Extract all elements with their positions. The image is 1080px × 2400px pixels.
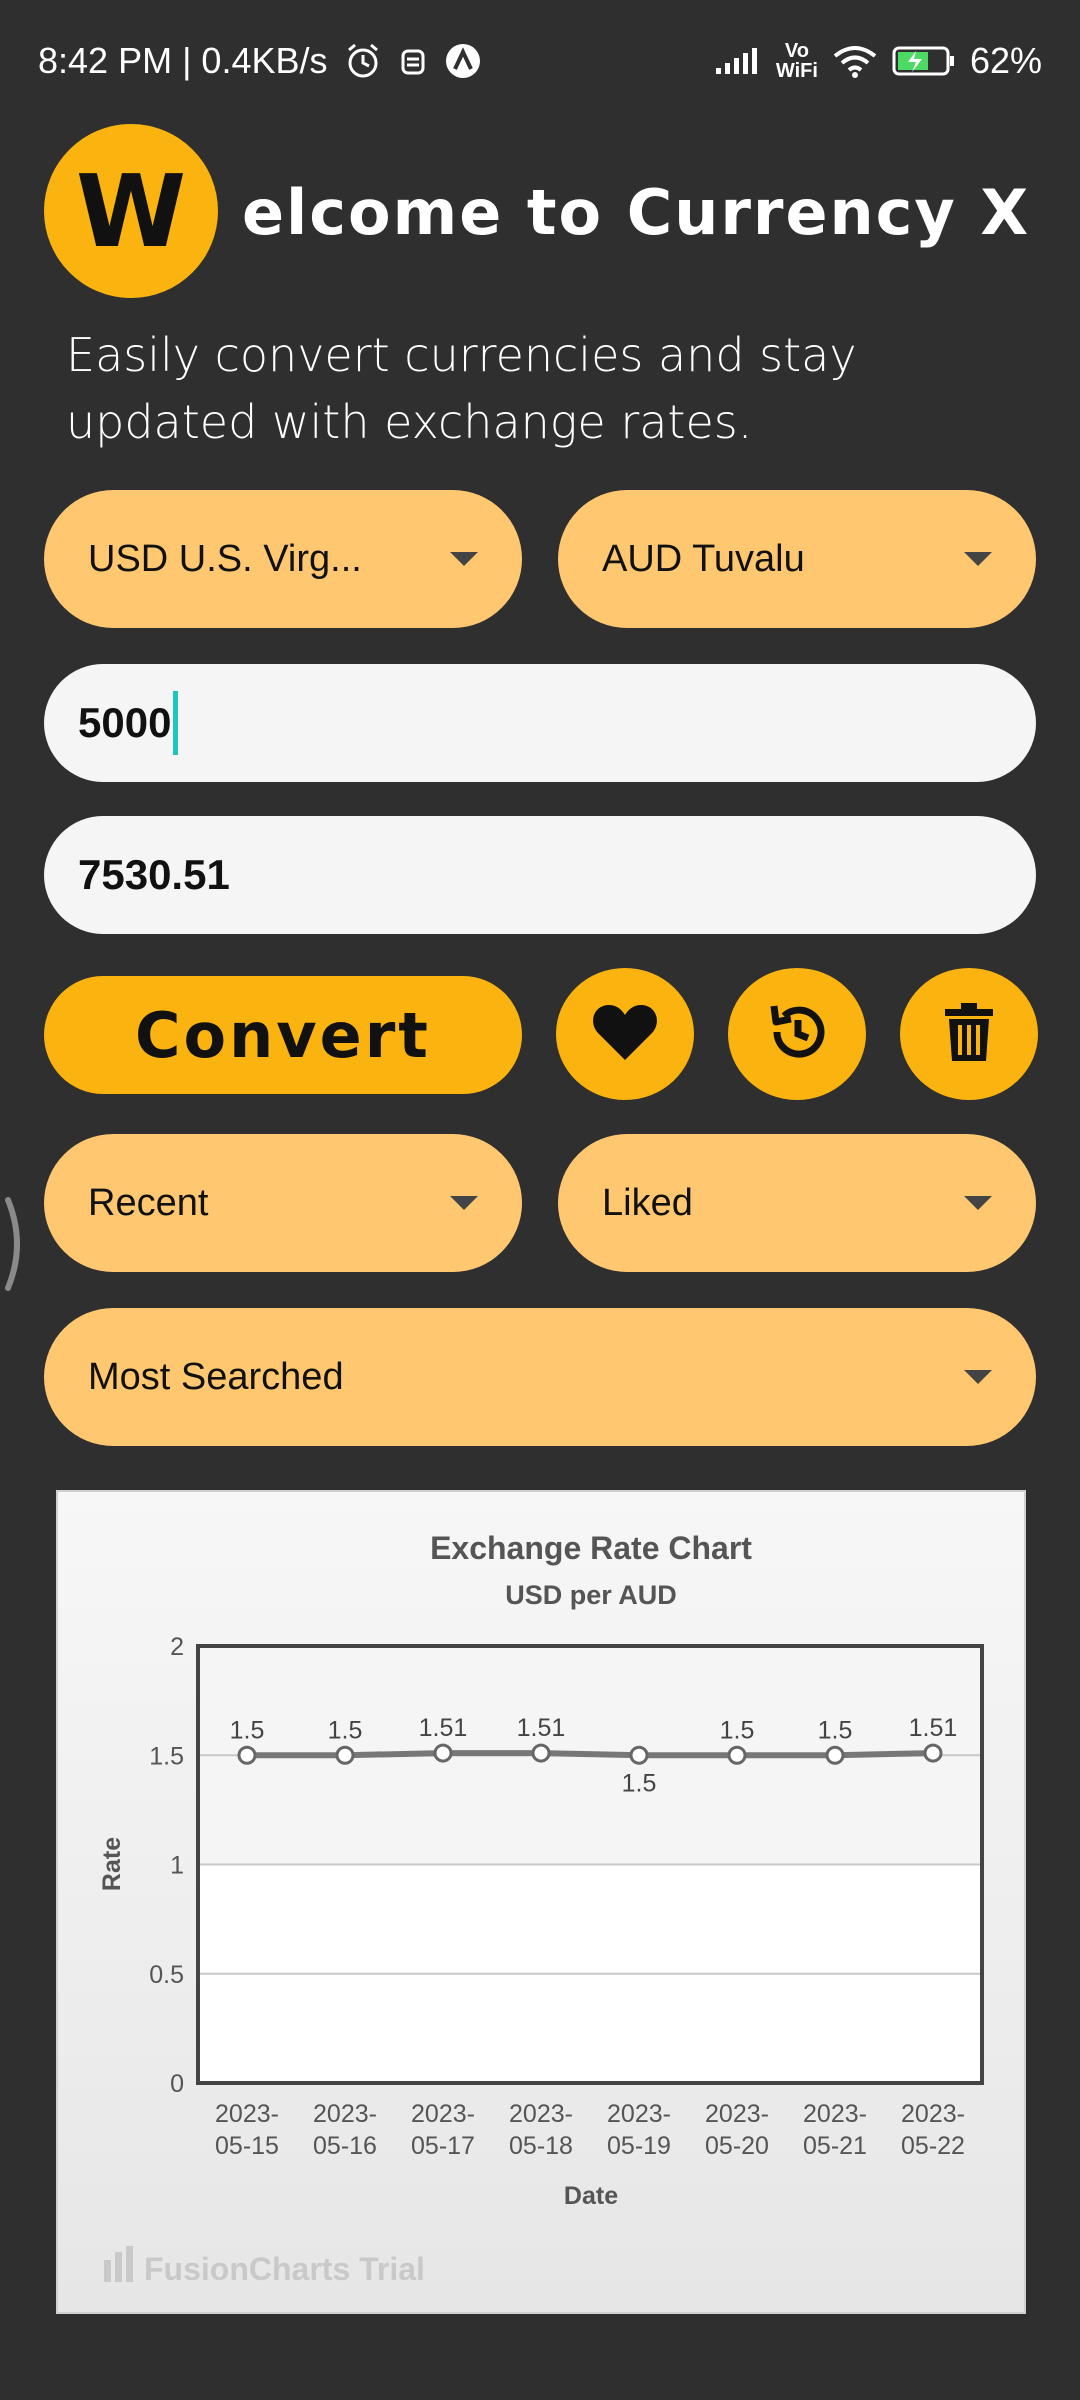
- amount-value: 5000: [78, 699, 172, 746]
- data-point: [825, 1745, 845, 1765]
- liked-label: Liked: [602, 1181, 693, 1224]
- vowifi-indicator: Vo WiFi: [776, 41, 818, 81]
- x-tick-label: 05-20: [705, 2132, 769, 2160]
- x-tick-label: 05-17: [411, 2132, 475, 2160]
- liked-select[interactable]: Liked: [558, 1134, 1036, 1272]
- y-axis-label: Rate: [98, 1837, 126, 1891]
- data-point: [629, 1745, 649, 1765]
- chevron-down-icon: [450, 552, 478, 566]
- watermark-text: FusionCharts Trial: [144, 2251, 425, 2287]
- data-point: [923, 1743, 943, 1763]
- like-button[interactable]: [556, 968, 694, 1100]
- battery-icon: [892, 45, 956, 77]
- x-axis-label: Date: [564, 2182, 618, 2210]
- x-tick-label: 2023-: [509, 2100, 573, 2128]
- chevron-down-icon: [964, 1370, 992, 1384]
- plot-area: 0 0.5 1 1.5 2 1.5 1.5 1.51 1.51 1.5 1.5 1.5 1.51 2023…: [149, 1633, 984, 2160]
- from-currency-select[interactable]: USD U.S. Virg...: [44, 490, 522, 628]
- page-subtitle: Easily convert currencies and stay updat…: [66, 328, 857, 449]
- data-label: 1.5: [818, 1716, 853, 1744]
- wifi-icon: [832, 44, 878, 78]
- x-tick-label: 05-22: [901, 2132, 965, 2160]
- x-tick-label: 2023-: [607, 2100, 671, 2128]
- chart-title: Exchange Rate Chart: [430, 1530, 752, 1566]
- chart-subtitle: USD per AUD: [505, 1580, 677, 1610]
- chevron-down-icon: [964, 1196, 992, 1210]
- x-tick-label: 05-18: [509, 2132, 573, 2160]
- y-tick-label: 2: [170, 1633, 184, 1661]
- status-right: Vo WiFi 62%: [714, 40, 1042, 82]
- watermark: FusionCharts Trial: [104, 2246, 425, 2287]
- vowifi-top: Vo: [784, 40, 809, 62]
- data-point: [335, 1745, 355, 1765]
- history-button[interactable]: [728, 968, 866, 1100]
- vowifi-bottom: WiFi: [775, 60, 818, 82]
- x-tick-label: 2023-: [313, 2100, 377, 2128]
- signal-icon: [714, 46, 762, 76]
- exchange-rate-chart: Exchange Rate Chart USD per AUD Date Rat…: [56, 1490, 1026, 2314]
- app-logo: W: [44, 124, 218, 298]
- x-tick-label: 05-21: [803, 2132, 867, 2160]
- x-tick-label: 05-15: [215, 2132, 279, 2160]
- data-point: [433, 1743, 453, 1763]
- y-tick-label: 1.5: [149, 1742, 184, 1770]
- y-tick-label: 0.5: [149, 1961, 184, 1989]
- history-icon: [765, 1000, 829, 1068]
- page-title: elcome to Currency X: [242, 176, 1031, 249]
- trash-icon: [943, 1001, 995, 1067]
- logo-letter: W: [75, 152, 187, 270]
- data-point: [237, 1745, 257, 1765]
- edge-gesture-handle[interactable]: [0, 1196, 30, 1292]
- x-tick-label: 2023-: [215, 2100, 279, 2128]
- status-bar: 8:42 PM | 0.4KB/s Vo WiFi 62%: [0, 0, 1080, 130]
- fusioncharts-logo-icon: [104, 2246, 133, 2282]
- delete-button[interactable]: [900, 968, 1038, 1100]
- result-value: 7530.51: [78, 851, 230, 898]
- to-currency-value: AUD Tuvalu: [602, 537, 805, 580]
- data-label: 1.5: [230, 1716, 265, 1744]
- data-label: 1.51: [909, 1714, 958, 1742]
- most-searched-label: Most Searched: [88, 1355, 344, 1398]
- data-label: 1.51: [419, 1714, 468, 1742]
- most-searched-select[interactable]: Most Searched: [44, 1308, 1036, 1446]
- convert-button[interactable]: Convert: [44, 976, 522, 1094]
- data-label: 1.51: [517, 1714, 566, 1742]
- status-time: 8:42 PM | 0.4KB/s: [38, 40, 328, 81]
- recent-select[interactable]: Recent: [44, 1134, 522, 1272]
- data-label: 1.5: [328, 1716, 363, 1744]
- x-tick-label: 2023-: [705, 2100, 769, 2128]
- chart-svg: Exchange Rate Chart USD per AUD Date Rat…: [98, 1530, 984, 2287]
- notification-app-icon: [398, 43, 428, 79]
- data-point: [531, 1743, 551, 1763]
- data-label: 1.5: [622, 1769, 657, 1797]
- battery-percent: 62%: [969, 40, 1042, 81]
- heart-icon: [592, 1002, 658, 1066]
- from-currency-value: USD U.S. Virg...: [88, 537, 362, 580]
- recent-label: Recent: [88, 1181, 209, 1224]
- data-label: 1.5: [720, 1716, 755, 1744]
- text-cursor: [173, 691, 179, 755]
- to-currency-select[interactable]: AUD Tuvalu: [558, 490, 1036, 628]
- x-tick-label: 2023-: [803, 2100, 867, 2128]
- x-tick-label: 05-19: [607, 2132, 671, 2160]
- y-tick-label: 0: [170, 2070, 184, 2098]
- x-tick-label: 2023-: [411, 2100, 475, 2128]
- app-notification-icon: [444, 42, 482, 80]
- data-point: [727, 1745, 747, 1765]
- x-tick-label: 2023-: [901, 2100, 965, 2128]
- y-tick-label: 1: [170, 1852, 184, 1880]
- result-field[interactable]: 7530.51: [44, 816, 1036, 934]
- alarm-icon: [344, 42, 382, 80]
- chevron-down-icon: [450, 1196, 478, 1210]
- status-left: 8:42 PM | 0.4KB/s: [38, 40, 482, 82]
- amount-input[interactable]: 5000: [44, 664, 1036, 782]
- x-tick-label: 05-16: [313, 2132, 377, 2160]
- chevron-down-icon: [964, 552, 992, 566]
